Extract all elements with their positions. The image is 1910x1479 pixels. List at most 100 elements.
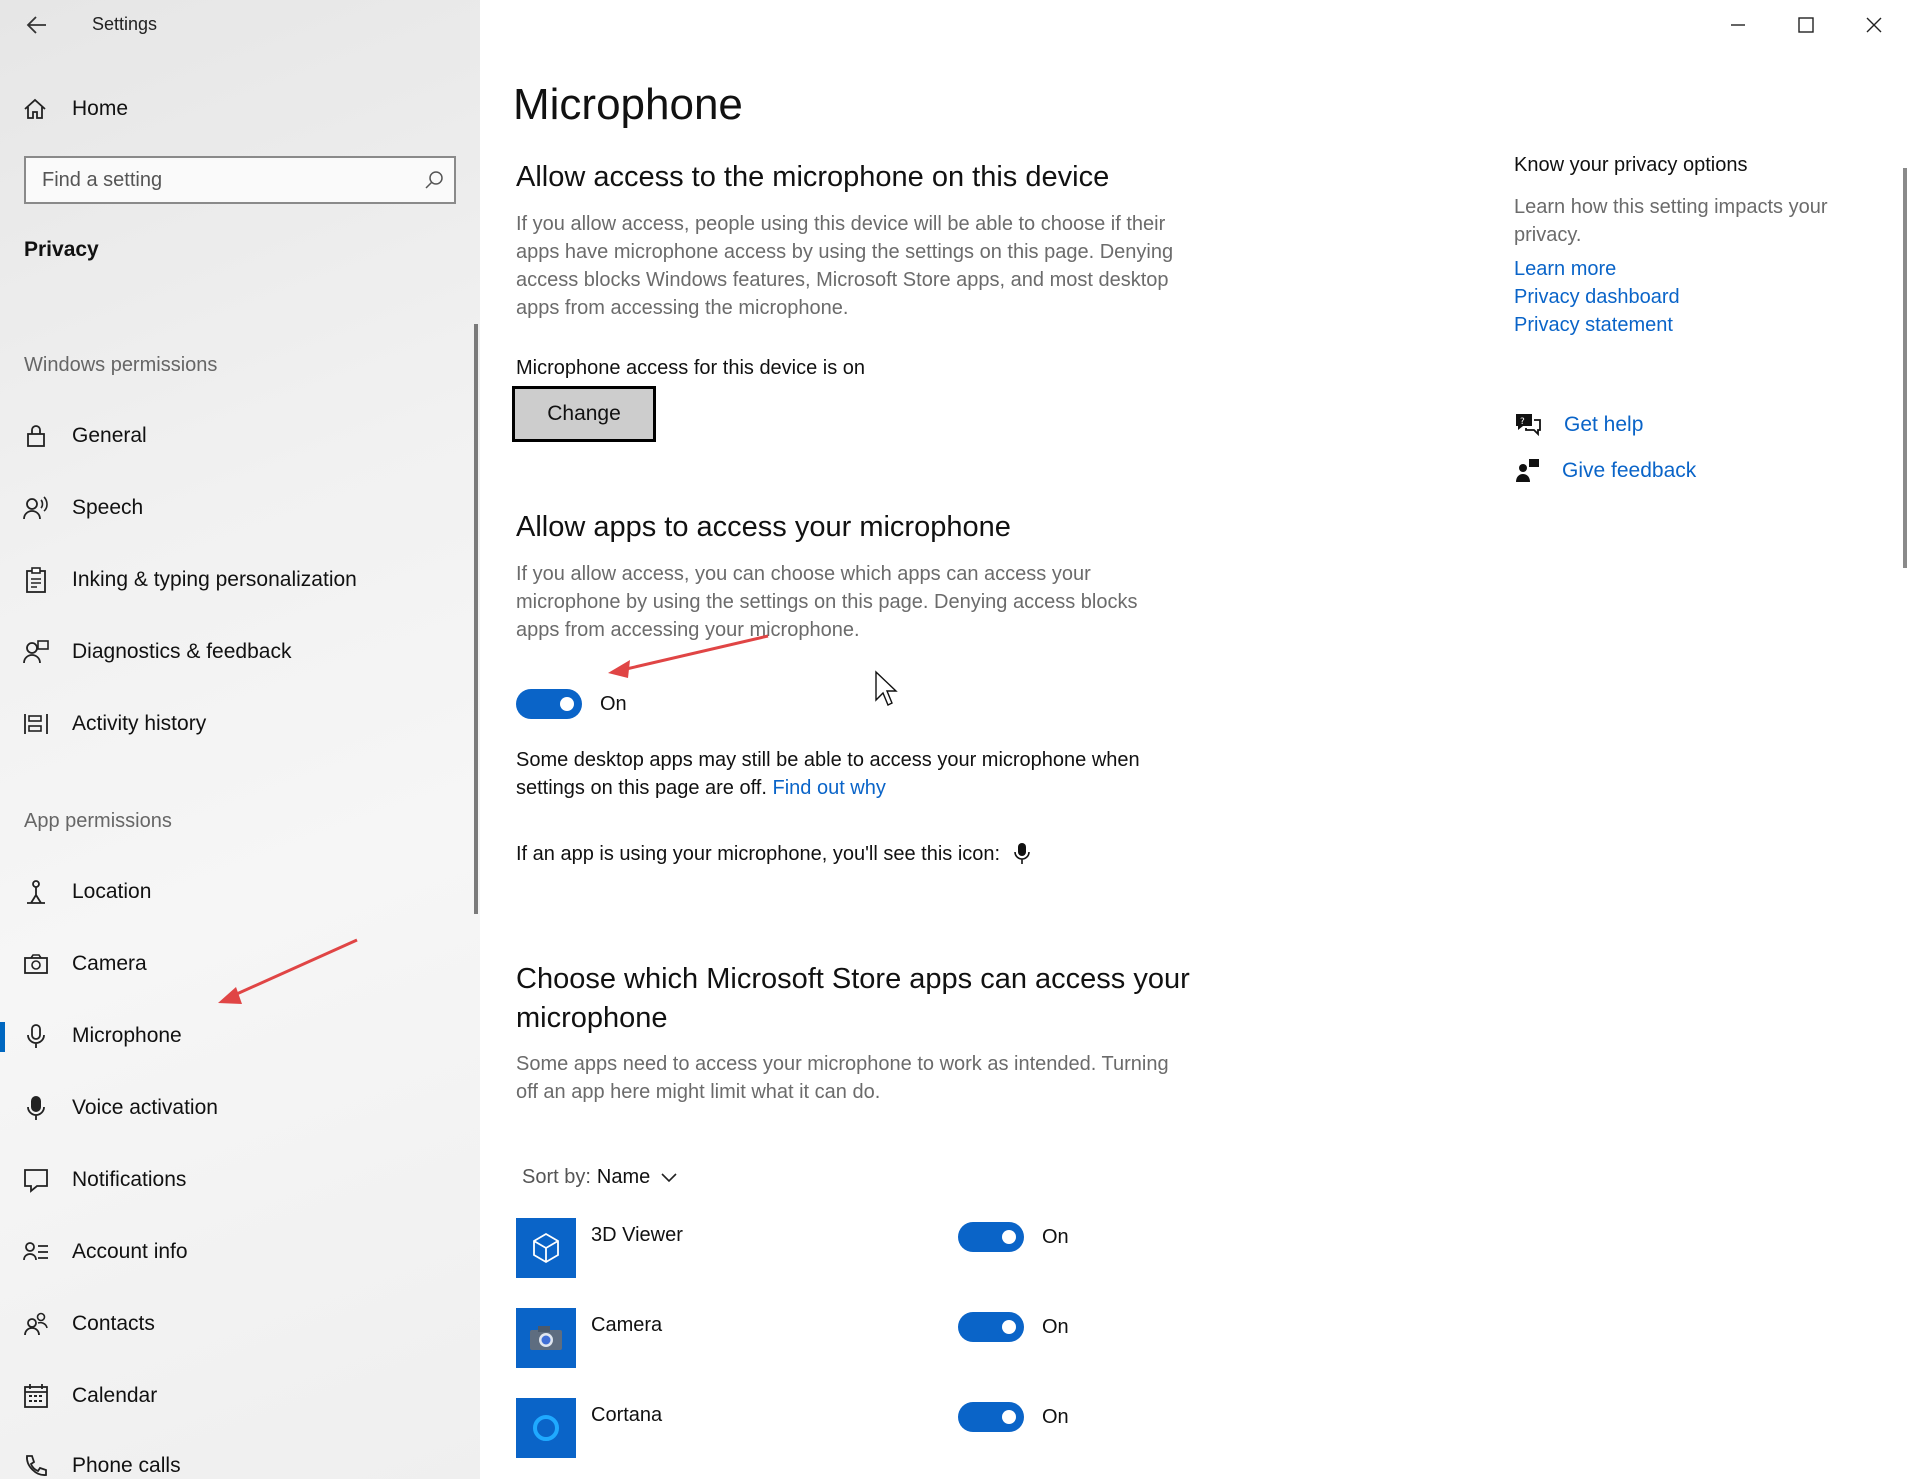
maximize-button[interactable] bbox=[1776, 8, 1836, 42]
device-access-description: If you allow access, people using this d… bbox=[516, 213, 1174, 319]
app-name: Cortana bbox=[591, 1404, 663, 1426]
app-name: Camera bbox=[591, 1314, 663, 1336]
app-toggle[interactable] bbox=[958, 1402, 1024, 1432]
apps-access-heading: Allow apps to access your microphone bbox=[516, 511, 1011, 543]
sort-dropdown[interactable]: Sort by: Name bbox=[522, 1166, 678, 1189]
privacy-options-heading: Know your privacy options bbox=[1514, 154, 1748, 176]
sidebar-item-activity-history[interactable]: Activity history bbox=[22, 704, 462, 744]
sidebar-item-general[interactable]: General bbox=[22, 416, 462, 456]
maximize-icon bbox=[1798, 17, 1814, 33]
search-box[interactable] bbox=[24, 156, 456, 204]
section-title: Privacy bbox=[24, 238, 99, 261]
search-input[interactable] bbox=[26, 158, 414, 202]
app-toggle-row: On bbox=[958, 1222, 1069, 1252]
sidebar-item-location[interactable]: Location bbox=[22, 872, 462, 912]
give-feedback-link[interactable]: Give feedback bbox=[1514, 458, 1696, 484]
sidebar-item-notifications[interactable]: Notifications bbox=[22, 1160, 462, 1200]
diagnostics-icon bbox=[22, 638, 50, 666]
toggle-state-label: On bbox=[600, 692, 627, 715]
calendar-icon bbox=[22, 1382, 50, 1410]
learn-more-link[interactable]: Learn more bbox=[1514, 258, 1616, 281]
window-title: Settings bbox=[92, 14, 158, 34]
3d-viewer-icon bbox=[516, 1218, 576, 1278]
close-button[interactable] bbox=[1844, 8, 1904, 42]
home-icon bbox=[24, 98, 46, 119]
sidebar-item-label: Camera bbox=[72, 952, 147, 975]
svg-text:?: ? bbox=[1520, 417, 1525, 427]
sidebar-item-inking[interactable]: Inking & typing personalization bbox=[22, 560, 462, 600]
sidebar-item-label: Activity history bbox=[72, 712, 207, 735]
sidebar-item-label: Home bbox=[72, 97, 129, 120]
mic-icon-note-text: If an app is using your microphone, you'… bbox=[516, 843, 1001, 865]
mouse-cursor-icon bbox=[875, 670, 898, 706]
store-apps-description: Some apps need to access your microphone… bbox=[516, 1053, 1169, 1103]
give-feedback-icon bbox=[1516, 459, 1539, 482]
apps-access-toggle-row: On bbox=[516, 689, 627, 719]
sidebar-item-account-info[interactable]: Account info bbox=[22, 1232, 462, 1272]
privacy-options-description: Learn how this setting impacts your priv… bbox=[1514, 196, 1828, 246]
minimize-button[interactable] bbox=[1708, 8, 1768, 42]
desktop-apps-note: Some desktop apps may still be able to a… bbox=[516, 746, 1176, 802]
account-info-icon bbox=[22, 1238, 50, 1266]
sidebar-scrollbar[interactable] bbox=[474, 324, 478, 914]
app-name: 3D Viewer bbox=[591, 1224, 683, 1246]
toggle-state-label: On bbox=[1042, 1225, 1069, 1248]
cortana-icon bbox=[516, 1398, 576, 1458]
get-help-link[interactable]: ? Get help bbox=[1514, 412, 1643, 438]
give-feedback-label: Give feedback bbox=[1562, 459, 1697, 482]
sidebar-item-phone-calls[interactable]: Phone calls bbox=[22, 1446, 462, 1479]
sort-label: Sort by: bbox=[522, 1166, 591, 1188]
back-arrow-icon bbox=[26, 16, 46, 34]
sidebar-item-label: Speech bbox=[72, 496, 144, 519]
page-title: Microphone bbox=[513, 80, 743, 129]
sidebar-item-microphone[interactable]: Microphone bbox=[0, 1016, 462, 1056]
device-access-status: Microphone access for this device is on bbox=[516, 357, 866, 379]
sidebar-item-label: Notifications bbox=[72, 1168, 187, 1191]
mic-icon-note: If an app is using your microphone, you'… bbox=[516, 840, 1030, 868]
speech-icon bbox=[22, 494, 50, 522]
sidebar: Settings Home Privacy Windows permission… bbox=[0, 0, 480, 1479]
sidebar-item-label: Account info bbox=[72, 1240, 188, 1263]
main-scrollbar[interactable] bbox=[1903, 168, 1907, 568]
back-button[interactable] bbox=[22, 10, 52, 40]
sidebar-item-camera[interactable]: Camera bbox=[22, 944, 462, 984]
minimize-icon bbox=[1731, 24, 1745, 26]
microphone-icon bbox=[22, 1022, 50, 1050]
location-icon bbox=[22, 878, 50, 906]
get-help-icon: ? bbox=[1516, 414, 1541, 437]
sidebar-item-label: Voice activation bbox=[72, 1096, 218, 1119]
chevron-down-icon bbox=[660, 1172, 678, 1184]
phone-icon bbox=[22, 1452, 50, 1479]
privacy-statement-link[interactable]: Privacy statement bbox=[1514, 314, 1673, 337]
sidebar-item-label: Contacts bbox=[72, 1312, 155, 1335]
sidebar-item-calendar[interactable]: Calendar bbox=[22, 1376, 462, 1416]
sort-value: Name bbox=[596, 1166, 651, 1188]
sidebar-item-home[interactable]: Home bbox=[22, 92, 128, 126]
notifications-icon bbox=[22, 1166, 50, 1194]
find-out-why-link[interactable]: Find out why bbox=[772, 777, 885, 799]
clipboard-icon bbox=[22, 566, 50, 594]
app-row-camera: Camera On bbox=[516, 1308, 1096, 1368]
store-apps-heading: Choose which Microsoft Store apps can ac… bbox=[516, 963, 1190, 1034]
device-access-heading: Allow access to the microphone on this d… bbox=[516, 161, 1110, 193]
search-icon[interactable] bbox=[414, 170, 454, 190]
apps-access-toggle[interactable] bbox=[516, 689, 582, 719]
change-button[interactable]: Change bbox=[512, 386, 656, 442]
sidebar-item-label: Calendar bbox=[72, 1384, 158, 1407]
sidebar-item-contacts[interactable]: Contacts bbox=[22, 1304, 462, 1344]
activity-history-icon bbox=[22, 710, 50, 738]
apps-access-description: If you allow access, you can choose whic… bbox=[516, 563, 1138, 641]
sidebar-item-speech[interactable]: Speech bbox=[22, 488, 462, 528]
sidebar-item-label: General bbox=[72, 424, 147, 447]
sidebar-item-diagnostics[interactable]: Diagnostics & feedback bbox=[22, 632, 462, 672]
sidebar-item-label: Inking & typing personalization bbox=[72, 568, 357, 591]
microphone-indicator-icon bbox=[1014, 843, 1030, 864]
get-help-label: Get help bbox=[1564, 413, 1644, 436]
close-icon bbox=[1866, 17, 1882, 33]
windows-permissions-heading: Windows permissions bbox=[24, 354, 218, 376]
sidebar-item-label: Diagnostics & feedback bbox=[72, 640, 292, 663]
sidebar-item-voice-activation[interactable]: Voice activation bbox=[22, 1088, 462, 1128]
privacy-dashboard-link[interactable]: Privacy dashboard bbox=[1514, 286, 1680, 309]
app-toggle[interactable] bbox=[958, 1312, 1024, 1342]
app-toggle[interactable] bbox=[958, 1222, 1024, 1252]
